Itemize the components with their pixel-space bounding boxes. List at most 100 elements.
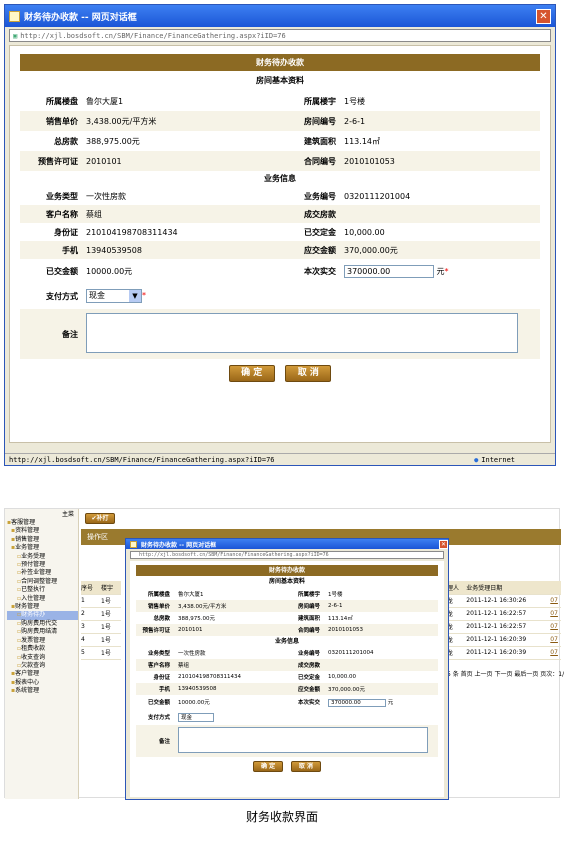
table-row[interactable]: 次龙2011-12-1 16:20:3907 <box>441 646 561 660</box>
tree-item[interactable]: ▪系统管理 <box>7 687 78 695</box>
tree-item-label: 租费收款 <box>21 645 46 653</box>
tree-item[interactable]: ▪销售管理 <box>7 536 78 544</box>
grid-header: 楼宇 <box>101 581 121 595</box>
table-row[interactable]: 1 1号 <box>81 594 121 608</box>
form-row: 业务类型 一次性房款 业务编号 0320111201004 <box>20 187 540 205</box>
form-row: 客户名称 蔡组 成交房款 <box>136 659 438 671</box>
grid-left-table: 序号 楼宇 1 1号 2 1号 3 1号 4 1号 5 1号 <box>81 581 121 660</box>
form-row: 身份证 210104198708311434 已交定金 10,000.00 <box>20 223 540 241</box>
field-value: 113.14㎡ <box>328 616 353 622</box>
field-value: 210104198708311434 <box>178 674 241 680</box>
chevron-down-icon[interactable]: ▼ <box>129 290 141 302</box>
biz-table: 业务类型 一次性房款 业务编号 0320111201004 客户名称 蔡组 成交房款 身份证 2… <box>20 187 540 259</box>
tree-item-label: 客户管理 <box>15 670 40 678</box>
field-label: 业务编号 <box>304 191 336 201</box>
field-value: 鲁尔大厦1 <box>178 592 204 598</box>
mini-note-textarea[interactable] <box>178 727 428 753</box>
field-value: 10,000.00 <box>328 674 356 680</box>
field-label: 手机 <box>62 245 78 255</box>
field-label: 房间编号 <box>304 116 336 126</box>
tree-item[interactable]: ▪业务管理 <box>7 544 78 552</box>
field-label: 手机 <box>158 687 170 693</box>
grid-cell: 5 <box>81 646 101 660</box>
table-row[interactable]: 5 1号 <box>81 646 121 660</box>
mini-pay-select[interactable]: 现金 <box>178 712 214 722</box>
field-value: 蔡组 <box>86 209 102 219</box>
mini-actual-input[interactable]: 370000.00 <box>328 698 386 707</box>
field-value: 0320111201004 <box>344 191 411 201</box>
grid-right-table: 经理人业务受理日期次龙2011-12-1 16:30:2607次龙2011-12… <box>441 581 561 660</box>
mini-biz-table: 业务类型 一次性房款 业务编号 0320111201004 客户名称 蔡组 成交房款 身份证 2… <box>136 647 438 695</box>
field-value: 3,438.00元/平方米 <box>178 604 227 610</box>
grid-header: 业务受理日期 <box>466 581 551 595</box>
close-button[interactable]: ✕ <box>536 8 551 24</box>
grid-cell: 2 <box>81 607 101 621</box>
tree-item-label: 补签业管理 <box>21 569 52 577</box>
tree-item[interactable]: ▫入住管理 <box>7 595 78 603</box>
cancel-button[interactable]: 取 消 <box>285 365 332 382</box>
field-value: 1号楼 <box>344 96 366 106</box>
table-row[interactable]: 次龙2011-12-1 16:30:2607 <box>441 594 561 608</box>
nav-tree: ▪客服管理 ▪资料管理 ▪销售管理 ▪业务管理 ▫业务受理 ▫预付管理 ▫补签业管理 ▫合同调… <box>5 519 78 696</box>
table-row[interactable]: 2 1号 <box>81 607 121 621</box>
tree-item-label: 业务管理 <box>15 544 40 552</box>
table-row[interactable]: 次龙2011-12-1 16:22:5707 <box>441 607 561 621</box>
tree-item[interactable]: ▫已整执行 <box>7 586 78 594</box>
mini-yuan: 元 <box>387 699 394 706</box>
sidebar-header: 主菜 <box>5 509 78 519</box>
grid-cell: 2011-12-1 16:20:39 <box>466 633 551 647</box>
reissue-button[interactable]: ✔补打 <box>85 513 115 524</box>
form-row: 预售许可证 2010101 合同编号 2010101053 <box>136 624 438 636</box>
tree-item[interactable]: ▫补签业管理 <box>7 569 78 577</box>
page-icon: ▣ <box>13 31 18 40</box>
confirm-button[interactable]: 确 定 <box>228 365 275 382</box>
mini-close-button[interactable]: ✕ <box>439 539 448 549</box>
tree-item[interactable]: ▫购房费用结清 <box>7 628 78 636</box>
mini-titlebar[interactable]: 财务待办收款 -- 网页对话框 ✕ <box>126 539 448 549</box>
note-textarea[interactable] <box>86 313 518 353</box>
mini-cancel-button[interactable]: 取 消 <box>290 761 321 772</box>
tree-item[interactable]: ▪资料管理 <box>7 527 78 535</box>
actual-amount-input[interactable]: 370000.00 <box>344 264 434 278</box>
yuan-unit: 元 <box>436 266 445 276</box>
tree-item[interactable]: ▫发票管理 <box>7 637 78 645</box>
pay-method-select[interactable]: 现金 ▼ <box>86 289 142 303</box>
table-row[interactable]: 次龙2011-12-1 16:22:5707 <box>441 620 561 634</box>
form-row: 预售许可证 2010101 合同编号 2010101053 <box>20 151 540 171</box>
tree-item[interactable]: ▫业务受理 <box>7 553 78 561</box>
tree-item-label: 预付管理 <box>21 561 46 569</box>
field-label: 建筑面积 <box>304 136 336 146</box>
field-value: 3,438.00元/平方米 <box>86 116 157 126</box>
field-label: 合同编号 <box>304 156 336 166</box>
field-label: 销售单价 <box>147 604 170 610</box>
mini-confirm-button[interactable]: 确 定 <box>253 761 284 772</box>
tree-item[interactable]: ▫财务待办 <box>7 611 78 620</box>
form-row: 销售单价 3,438.00元/平方米 房间编号 2-6-1 <box>20 111 540 131</box>
table-row[interactable]: 3 1号 <box>81 620 121 634</box>
field-label: 已交定金 <box>304 227 336 237</box>
pager[interactable]: 5 条 首页 上一页 下一页 最后一页 页次：1/1 <box>447 669 564 678</box>
field-label: 所属楼盘 <box>147 592 170 598</box>
mini-address-bar[interactable]: http://xjl.bosdsoft.cn/SBM/Finance/Finan… <box>130 551 444 559</box>
globe-icon: ● <box>474 455 479 464</box>
form-row: 销售单价 3,438.00元/平方米 房间编号 2-6-1 <box>136 600 438 612</box>
address-url: http://xjl.bosdsoft.cn/SBM/Finance/Finan… <box>20 31 286 40</box>
tree-item[interactable]: ▫收支查询 <box>7 654 78 662</box>
field-label: 总房款 <box>54 136 78 146</box>
grid-right: 经理人业务受理日期次龙2011-12-1 16:30:2607次龙2011-12… <box>441 581 561 660</box>
field-value: 鲁尔大厦1 <box>86 96 124 106</box>
table-row[interactable]: 4 1号 <box>81 633 121 647</box>
tree-item[interactable]: ▪报表中心 <box>7 679 78 687</box>
dialog-titlebar[interactable]: 财务待办收款 -- 网页对话框 ✕ <box>5 5 555 27</box>
grid-cell: 1 <box>81 594 101 608</box>
tree-item[interactable]: ▫租费收款 <box>7 645 78 653</box>
mini-note-label: 备注 <box>158 739 170 745</box>
note-label: 备注 <box>62 329 78 339</box>
table-row[interactable]: 次龙2011-12-1 16:20:3907 <box>441 633 561 647</box>
tree-item[interactable]: ▪客户管理 <box>7 670 78 678</box>
address-bar[interactable]: ▣ http://xjl.bosdsoft.cn/SBM/Finance/Fin… <box>9 29 551 42</box>
form-row: 总房款 388,975.00元 建筑面积 113.14㎡ <box>20 131 540 151</box>
field-label: 业务类型 <box>46 191 78 201</box>
tree-item[interactable]: ▫合同调整管理 <box>7 578 78 586</box>
field-value: 10,000.00 <box>344 227 385 237</box>
